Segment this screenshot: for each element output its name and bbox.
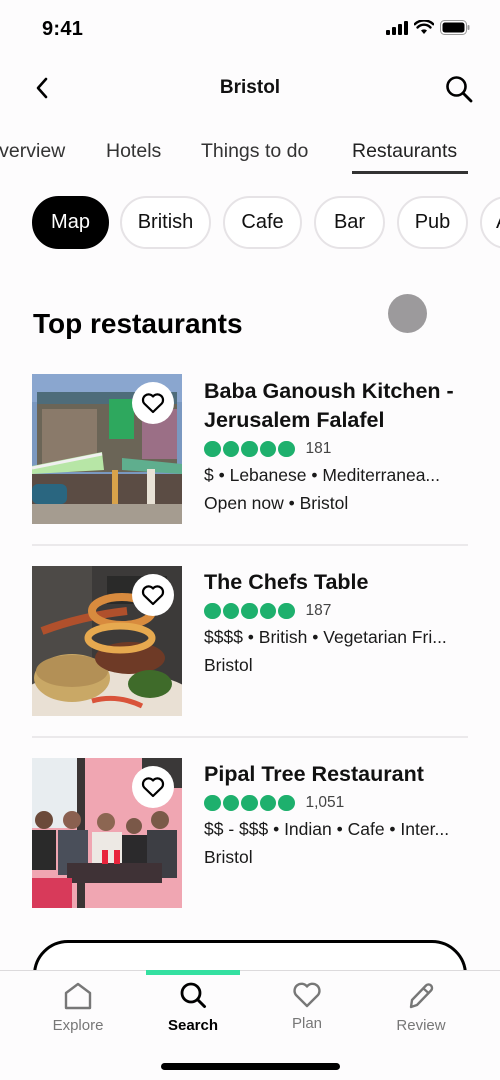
- search-icon: [446, 76, 473, 103]
- home-icon: [64, 982, 92, 1010]
- rating-bubble-icon: [259, 602, 276, 620]
- bottom-tab-label: Plan: [291, 1015, 323, 1032]
- heart-icon: [141, 777, 165, 798]
- heart-icon: [141, 585, 165, 606]
- bottom-tab-review[interactable]: Review: [371, 981, 471, 1034]
- restaurant-status-location: Open now • Bristol: [204, 493, 349, 513]
- wifi-icon: [414, 20, 434, 34]
- restaurant-card[interactable]: The Chefs Table 187 $$$$ • British • Veg…: [32, 566, 468, 718]
- battery-icon: [440, 20, 470, 35]
- heart-icon: [141, 393, 165, 414]
- restaurant-info: Baba Ganoush Kitchen - Jerusalem Falafel…: [204, 374, 474, 514]
- rating-bubble-icon: [241, 794, 258, 812]
- restaurant-photo-diners: [32, 758, 182, 908]
- rating-bubble-icon: [204, 440, 221, 458]
- restaurant-photo-storefront: [32, 374, 182, 524]
- chip-british[interactable]: British: [120, 196, 211, 249]
- page-title: Bristol: [219, 77, 281, 98]
- bottom-tab-explore[interactable]: Explore: [28, 981, 128, 1034]
- restaurant-name: Pipal Tree Restaurant: [204, 762, 424, 786]
- touch-indicator: [388, 294, 427, 333]
- restaurant-price-cuisine: $ • Lebanese • Mediterranea...: [204, 465, 441, 485]
- signal-icon: [386, 20, 408, 35]
- tab-things-to-do[interactable]: Things to do: [201, 140, 308, 163]
- rating-bubble-icon: [259, 794, 276, 812]
- restaurant-location: Bristol: [204, 655, 253, 675]
- rating-bubble-icon: [278, 602, 295, 620]
- divider: [32, 544, 468, 546]
- rating-bubble-icon: [222, 602, 239, 620]
- status-bar: 9:41: [0, 0, 500, 60]
- save-favorite-button[interactable]: [132, 766, 174, 808]
- status-time: 9:41: [42, 18, 84, 40]
- bottom-tab-plan[interactable]: Plan: [257, 981, 357, 1032]
- chip-cafe[interactable]: Cafe: [223, 196, 302, 249]
- restaurant-card[interactable]: Pipal Tree Restaurant 1,051 $$ - $$$ • I…: [32, 758, 468, 910]
- bottom-tab-label: Search: [167, 1017, 219, 1034]
- restaurant-location: Bristol: [204, 847, 253, 867]
- rating-bubble-icon: [241, 440, 258, 458]
- bottom-tab-search[interactable]: Search: [143, 981, 243, 1034]
- divider: [32, 736, 468, 738]
- review-count: 181: [305, 440, 332, 457]
- save-favorite-button[interactable]: [132, 382, 174, 424]
- category-tabs: Overview Hotels Things to do Restaurants: [0, 136, 500, 176]
- chip-map[interactable]: Map: [32, 196, 109, 249]
- review-count: 187: [305, 602, 332, 619]
- restaurant-info: Pipal Tree Restaurant 1,051 $$ - $$$ • I…: [204, 758, 474, 868]
- save-favorite-button[interactable]: [132, 574, 174, 616]
- restaurant-name: The Chefs Table: [204, 570, 369, 594]
- bottom-tab-label: Review: [396, 1017, 446, 1034]
- rating-bubble-icon: [204, 794, 221, 812]
- active-tab-indicator: [146, 970, 240, 975]
- search-button[interactable]: [444, 74, 474, 104]
- rating-bubble-icon: [278, 794, 295, 812]
- restaurant-photo-food: [32, 566, 182, 716]
- restaurant-name: Baba Ganoush Kitchen - Jerusalem Falafel: [204, 379, 454, 432]
- chip-bar[interactable]: Bar: [314, 196, 385, 249]
- rating-bubble-icon: [222, 794, 239, 812]
- status-icons: [386, 20, 470, 35]
- search-icon: [180, 982, 206, 1008]
- chip-more[interactable]: A: [480, 196, 500, 249]
- tab-overview[interactable]: Overview: [0, 140, 65, 163]
- restaurant-info: The Chefs Table 187 $$$$ • British • Veg…: [204, 566, 474, 676]
- review-count: 1,051: [305, 794, 345, 811]
- rating-bubble-icon: [204, 602, 221, 620]
- restaurant-card[interactable]: Baba Ganoush Kitchen - Jerusalem Falafel…: [32, 374, 468, 526]
- restaurant-price-cuisine: $$$$ • British • Vegetarian Fri...: [204, 627, 447, 647]
- rating-bubble-icon: [222, 440, 239, 458]
- nav-bar: Bristol: [0, 66, 500, 112]
- section-title: Top restaurants: [33, 308, 243, 339]
- restaurant-price-cuisine: $$ - $$$ • Indian • Cafe • Inter...: [204, 819, 450, 839]
- rating-bubble-icon: [259, 440, 276, 458]
- heart-icon: [293, 982, 321, 1008]
- pencil-icon: [409, 983, 434, 1009]
- rating-row: 181: [204, 439, 474, 459]
- chip-pub[interactable]: Pub: [397, 196, 468, 249]
- rating-bubble-icon: [241, 602, 258, 620]
- rating-row: 1,051: [204, 793, 474, 813]
- active-tab-underline: [352, 171, 468, 174]
- filter-chips: Map British Cafe Bar Pub A: [0, 196, 500, 250]
- bottom-tab-label: Explore: [52, 1017, 104, 1034]
- tab-restaurants[interactable]: Restaurants: [352, 140, 457, 163]
- tab-hotels[interactable]: Hotels: [106, 140, 161, 163]
- home-indicator: [161, 1063, 340, 1070]
- rating-bubble-icon: [278, 440, 295, 458]
- rating-row: 187: [204, 601, 474, 621]
